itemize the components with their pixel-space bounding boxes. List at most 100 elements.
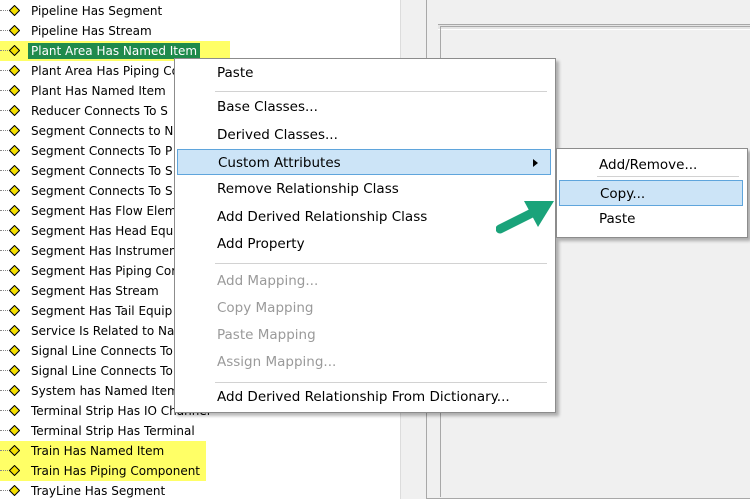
- submenu-item-add-remove[interactable]: Add/Remove...: [559, 152, 743, 178]
- menu-item-assign-mapping: Assign Mapping...: [217, 354, 337, 370]
- relationship-diamond-icon: [9, 345, 20, 356]
- tree-item-label: System has Named Item: [31, 384, 179, 398]
- relationship-diamond-icon: [9, 405, 20, 416]
- tree-connector: [0, 30, 8, 32]
- tree-item-label: Signal Line Connects To: [31, 364, 173, 378]
- tree-item-label: Segment Connects to N: [31, 124, 174, 138]
- relationship-diamond-icon: [9, 305, 20, 316]
- tree-item-label: Segment Connects To P: [31, 144, 173, 158]
- menu-item-derived-classes[interactable]: Derived Classes...: [177, 122, 551, 148]
- relationship-diamond-icon: [9, 425, 20, 436]
- tree-item-label: Service Is Related to Na: [31, 324, 175, 338]
- relationship-diamond-icon: [9, 245, 20, 256]
- relationship-diamond-icon: [9, 285, 20, 296]
- relationship-diamond-icon: [9, 85, 20, 96]
- tree-item[interactable]: Pipeline Has Segment: [0, 1, 400, 21]
- tree-item-label: Segment Connects To S: [31, 184, 173, 198]
- tree-item-label: Train Has Named Item: [28, 443, 168, 459]
- tree-connector: [0, 410, 8, 412]
- tree-item-label: Segment Has Head Equ: [31, 224, 174, 238]
- tree-item[interactable]: TrayLine Has Segment: [0, 481, 400, 499]
- tree-item-label: Pipeline Has Segment: [31, 4, 163, 18]
- relationship-diamond-icon: [9, 265, 20, 276]
- relationship-diamond-icon: [9, 5, 20, 16]
- tree-connector: [0, 50, 8, 52]
- relationship-diamond-icon: [9, 45, 20, 56]
- tree-connector: [0, 150, 8, 152]
- tree-item-label: Terminal Strip Has Terminal: [31, 424, 195, 438]
- tree-item-label: Segment Has Stream: [31, 284, 159, 298]
- menu-item-custom-attributes[interactable]: Custom Attributes: [177, 149, 551, 175]
- submenu-arrow-icon: [533, 159, 538, 167]
- tree-item[interactable]: Terminal Strip Has Terminal: [0, 421, 400, 441]
- relationship-diamond-icon: [9, 365, 20, 376]
- tree-item-label: Segment Has Flow Elem: [31, 204, 177, 218]
- menu-item-add-mapping: Add Mapping...: [217, 273, 319, 289]
- menu-separator: [215, 263, 547, 264]
- tree-item-label: Segment Has Piping Cor: [31, 264, 177, 278]
- tree-item-label: Plant Area Has Piping Co: [31, 64, 179, 78]
- tree-item-label: Pipeline Has Stream: [31, 24, 152, 38]
- tree-item[interactable]: Train Has Piping Component: [0, 461, 400, 481]
- tree-item-label: Train Has Piping Component: [28, 463, 204, 479]
- tree-connector: [0, 230, 8, 232]
- menu-item-add-property[interactable]: Add Property: [177, 231, 551, 257]
- submenu-item-paste[interactable]: Paste: [559, 206, 743, 232]
- tree-connector: [0, 190, 8, 192]
- tree-connector: [0, 330, 8, 332]
- annotation-arrow-icon: [496, 201, 554, 234]
- tree-item-label: Segment Has Instrumen: [31, 244, 177, 258]
- tree-connector: [0, 310, 8, 312]
- tree-connector: [0, 470, 8, 472]
- menu-item-remove-relationship-class[interactable]: Remove Relationship Class: [177, 176, 551, 202]
- menu-separator: [215, 91, 547, 92]
- menu-item-paste[interactable]: Paste: [177, 60, 551, 86]
- relationship-diamond-icon: [9, 225, 20, 236]
- relationship-diamond-icon: [9, 65, 20, 76]
- tree-connector: [0, 290, 8, 292]
- relationship-diamond-icon: [9, 385, 20, 396]
- relationship-diamond-icon: [9, 25, 20, 36]
- tree-connector: [0, 10, 8, 12]
- relationship-diamond-icon: [9, 325, 20, 336]
- tree-connector: [0, 450, 8, 452]
- relationship-diamond-icon: [9, 205, 20, 216]
- menu-item-add-derived-relationship-from-dictionary[interactable]: Add Derived Relationship From Dictionary…: [177, 384, 551, 410]
- tree-connector: [0, 250, 8, 252]
- menu-separator: [597, 176, 739, 177]
- tree-item[interactable]: Train Has Named Item: [0, 441, 400, 461]
- relationship-diamond-icon: [9, 185, 20, 196]
- tree-item-label: Segment Has Tail Equip: [31, 304, 173, 318]
- relationship-diamond-icon: [9, 485, 20, 496]
- tree-connector: [0, 110, 8, 112]
- tree-connector: [0, 370, 8, 372]
- relationship-diamond-icon: [9, 465, 20, 476]
- tree-item-label: Signal Line Connects To: [31, 344, 173, 358]
- tree-connector: [0, 70, 8, 72]
- menu-item-base-classes[interactable]: Base Classes...: [177, 94, 551, 120]
- tree-item-label: TrayLine Has Segment: [31, 484, 166, 498]
- tree-connector: [0, 270, 8, 272]
- menu-separator: [215, 382, 547, 383]
- tree-connector: [0, 350, 8, 352]
- tree-item-label: Plant Area Has Named Item: [26, 42, 202, 60]
- tree-item-label: Plant Has Named Item: [31, 84, 166, 98]
- menu-item-paste-mapping: Paste Mapping: [217, 327, 316, 343]
- relationship-diamond-icon: [9, 145, 20, 156]
- relationship-diamond-icon: [9, 105, 20, 116]
- tree-connector: [0, 430, 8, 432]
- tree-connector: [0, 210, 8, 212]
- menu-item-copy-mapping: Copy Mapping: [217, 300, 314, 316]
- tree-connector: [0, 90, 8, 92]
- relationship-diamond-icon: [9, 125, 20, 136]
- tree-connector: [0, 490, 8, 492]
- tree-connector: [0, 170, 8, 172]
- custom-attributes-submenu: Add/Remove... Copy... Paste: [556, 148, 748, 238]
- relationship-diamond-icon: [9, 165, 20, 176]
- tree-connector: [0, 130, 8, 132]
- submenu-item-copy[interactable]: Copy...: [559, 180, 743, 206]
- relationship-diamond-icon: [9, 445, 20, 456]
- tree-item[interactable]: Pipeline Has Stream: [0, 21, 400, 41]
- menu-item-add-derived-relationship-class[interactable]: Add Derived Relationship Class: [177, 204, 551, 230]
- tree-item-label: Reducer Connects To S: [31, 104, 168, 118]
